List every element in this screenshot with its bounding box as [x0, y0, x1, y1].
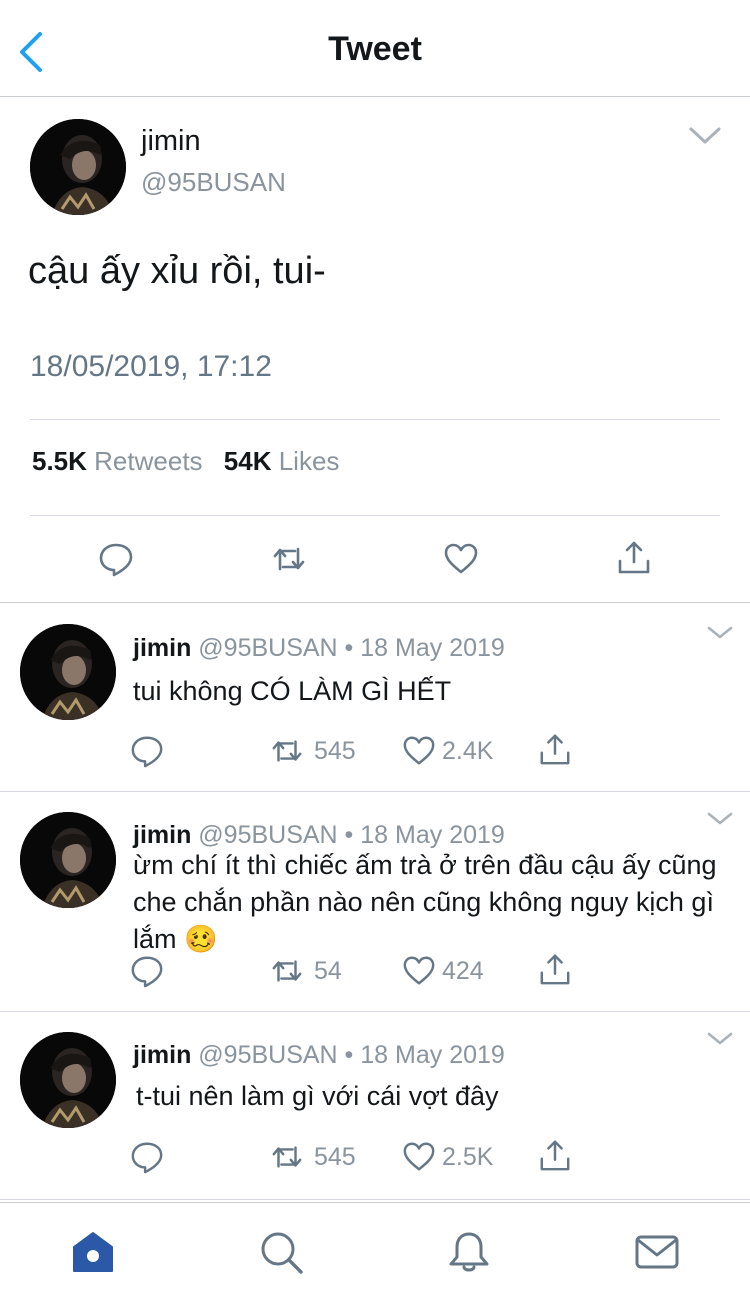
tweet-text: cậu ấy xỉu rồi, tui- — [28, 250, 326, 292]
reply-text: t-tui nên làm gì với cái vợt đây — [136, 1081, 499, 1111]
like-count: 424 — [442, 957, 484, 985]
heart-icon[interactable] — [402, 954, 436, 988]
likes-count[interactable]: 54K — [224, 446, 272, 476]
chevron-down-icon — [707, 1032, 733, 1045]
reply-icon[interactable] — [98, 541, 134, 577]
share-icon[interactable] — [538, 952, 572, 986]
avatar[interactable] — [20, 624, 116, 720]
retweet-count: 545 — [314, 1143, 356, 1171]
more-options-button[interactable] — [706, 624, 734, 642]
reply-tweet[interactable]: jimin @95BUSAN • 18 May 2019 tui không C… — [0, 604, 750, 792]
more-options-button[interactable] — [688, 125, 722, 147]
retweet-icon[interactable] — [270, 954, 304, 988]
retweet-icon[interactable] — [271, 541, 307, 577]
heart-icon[interactable] — [402, 734, 436, 768]
page-title: Tweet — [328, 30, 422, 68]
avatar[interactable] — [20, 1032, 116, 1128]
reply-author-name[interactable]: jimin — [133, 821, 191, 849]
reply-header: jimin @95BUSAN • 18 May 2019 — [133, 634, 505, 663]
bell-icon[interactable] — [446, 1229, 492, 1275]
retweets-label[interactable]: Retweets — [94, 446, 202, 476]
reply-tweet[interactable]: jimin @95BUSAN • 18 May 2019 ừm chí ít t… — [0, 792, 750, 1012]
avatar[interactable] — [30, 119, 126, 215]
reply-text: ừm chí ít thì chiếc ấm trà ở trên đầu cậ… — [133, 850, 717, 954]
tweet-timestamp: 18/05/2019, 17:12 — [30, 350, 272, 383]
share-icon[interactable] — [538, 1138, 572, 1172]
avatar-image — [20, 812, 116, 908]
bottom-tab-bar — [0, 1202, 750, 1301]
reply-actions: 545 2.4K — [0, 732, 750, 772]
reply-icon[interactable] — [130, 1140, 164, 1174]
mail-icon[interactable] — [634, 1229, 680, 1275]
reply-tweet[interactable]: jimin @95BUSAN • 18 May 2019 t-tui nên l… — [0, 1012, 750, 1200]
more-options-button[interactable] — [706, 810, 734, 828]
author-handle[interactable]: @95BUSAN — [141, 167, 286, 198]
heart-icon[interactable] — [402, 1140, 436, 1174]
avatar-image — [20, 1032, 116, 1128]
reply-icon[interactable] — [130, 954, 164, 988]
share-icon[interactable] — [538, 732, 572, 766]
chevron-down-icon — [707, 812, 733, 825]
divider — [30, 515, 720, 516]
main-tweet: jimin @95BUSAN cậu ấy xỉu rồi, tui- 18/0… — [0, 97, 750, 603]
reply-text: tui không CÓ LÀM GÌ HẾT — [133, 676, 452, 706]
heart-icon[interactable] — [443, 541, 479, 577]
avatar-image — [20, 624, 116, 720]
retweet-count: 54 — [314, 957, 342, 985]
retweet-icon[interactable] — [270, 1140, 304, 1174]
divider — [30, 419, 720, 420]
retweets-count[interactable]: 5.5K — [32, 446, 87, 476]
retweet-icon[interactable] — [270, 734, 304, 768]
reply-header: jimin @95BUSAN • 18 May 2019 — [133, 1041, 505, 1070]
avatar-image — [30, 119, 126, 215]
reply-author-name[interactable]: jimin — [133, 1041, 191, 1069]
tweet-stats: 5.5K Retweets 54K Likes — [32, 446, 353, 477]
chevron-down-icon — [689, 127, 721, 144]
reply-author-name[interactable]: jimin — [133, 634, 191, 662]
top-bar: Tweet — [0, 0, 750, 97]
avatar[interactable] — [20, 812, 116, 908]
chevron-down-icon — [707, 626, 733, 639]
home-icon[interactable] — [70, 1229, 116, 1275]
reply-icon[interactable] — [130, 734, 164, 768]
reply-actions: 54 424 — [0, 952, 750, 992]
more-options-button[interactable] — [706, 1030, 734, 1048]
author-name[interactable]: jimin — [141, 125, 201, 158]
tweet-actions — [0, 537, 750, 581]
like-count: 2.5K — [442, 1143, 494, 1171]
likes-label[interactable]: Likes — [279, 446, 340, 476]
search-icon[interactable] — [258, 1229, 304, 1275]
reply-actions: 545 2.5K — [0, 1138, 750, 1178]
reply-meta: @95BUSAN • 18 May 2019 — [198, 821, 505, 849]
reply-meta: @95BUSAN • 18 May 2019 — [198, 634, 505, 662]
like-count: 2.4K — [442, 737, 494, 765]
retweet-count: 545 — [314, 737, 356, 765]
reply-header: jimin @95BUSAN • 18 May 2019 — [133, 821, 505, 850]
share-icon[interactable] — [616, 539, 652, 575]
reply-meta: @95BUSAN • 18 May 2019 — [198, 1041, 505, 1069]
